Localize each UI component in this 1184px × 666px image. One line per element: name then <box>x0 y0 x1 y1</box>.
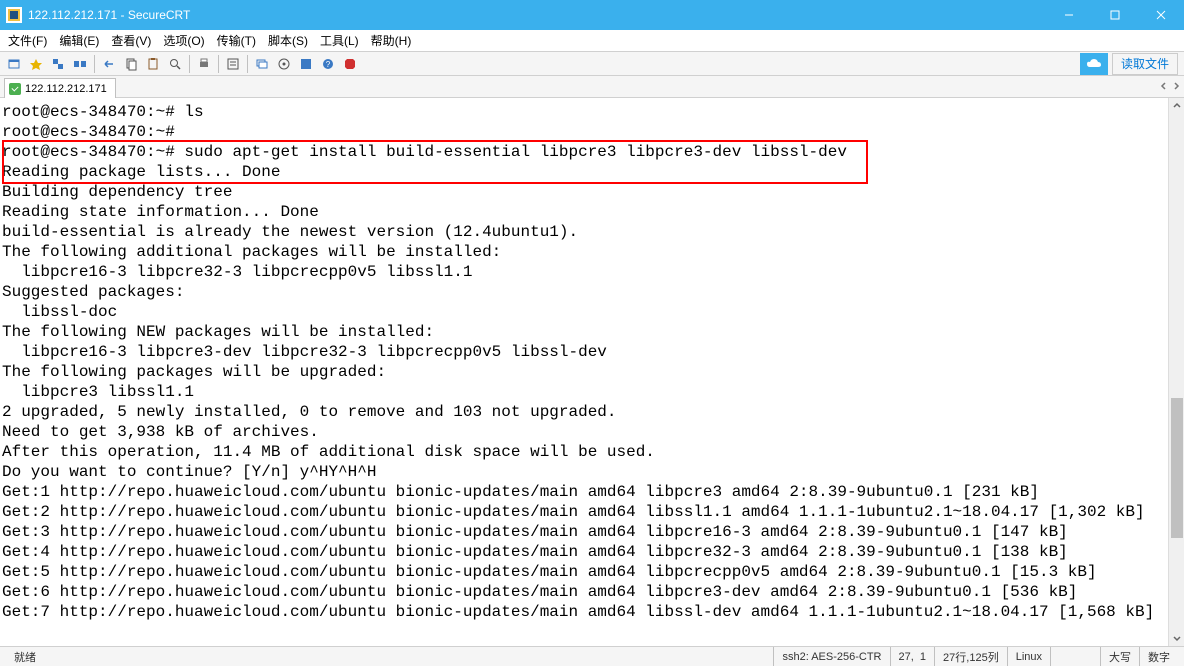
status-vt: Linux <box>1007 647 1050 666</box>
quick-connect-icon[interactable] <box>26 54 46 74</box>
properties-icon[interactable] <box>223 54 243 74</box>
tab-next-icon[interactable] <box>1172 79 1180 93</box>
menu-edit[interactable]: 编辑(E) <box>59 32 99 49</box>
menu-view[interactable]: 查看(V) <box>111 32 151 49</box>
scroll-thumb[interactable] <box>1171 398 1183 538</box>
menu-help[interactable]: 帮助(H) <box>371 32 412 49</box>
status-caps: 大写 <box>1100 647 1139 666</box>
read-file-button[interactable]: 读取文件 <box>1112 53 1178 75</box>
minimize-button[interactable] <box>1046 0 1092 30</box>
status-size: 27行,125列 <box>934 647 1007 666</box>
scroll-down-icon[interactable] <box>1169 630 1184 646</box>
tab-label: 122.112.212.171 <box>25 83 107 95</box>
maximize-button[interactable] <box>1092 0 1138 30</box>
options-icon[interactable] <box>274 54 294 74</box>
status-cursor: 27, 1 <box>890 647 935 666</box>
terminal-area: root@ecs-348470:~# ls root@ecs-348470:~#… <box>0 98 1184 646</box>
status-num: 数字 <box>1139 647 1178 666</box>
app-icon <box>6 7 22 23</box>
menu-tools[interactable]: 工具(L) <box>320 32 359 49</box>
svg-text:?: ? <box>326 60 331 69</box>
status-cipher: ssh2: AES-256-CTR <box>773 647 889 666</box>
stop-icon[interactable] <box>340 54 360 74</box>
menu-bar: 文件(F) 编辑(E) 查看(V) 选项(O) 传输(T) 脚本(S) 工具(L… <box>0 30 1184 52</box>
vertical-scrollbar[interactable] <box>1168 98 1184 646</box>
toolbar-separator <box>94 55 95 73</box>
menu-script[interactable]: 脚本(S) <box>268 32 308 49</box>
title-bar: 122.112.212.171 - SecureCRT <box>0 0 1184 30</box>
enter-icon[interactable] <box>99 54 119 74</box>
reconnect-icon[interactable] <box>48 54 68 74</box>
paste-icon[interactable] <box>143 54 163 74</box>
copy-icon[interactable] <box>121 54 141 74</box>
print-icon[interactable] <box>194 54 214 74</box>
scroll-up-icon[interactable] <box>1169 98 1184 114</box>
window-title: 122.112.212.171 - SecureCRT <box>28 8 1046 22</box>
find-icon[interactable] <box>165 54 185 74</box>
cloud-button[interactable] <box>1080 53 1108 75</box>
help-icon[interactable]: ? <box>318 54 338 74</box>
toolbar: ? 读取文件 <box>0 52 1184 76</box>
session-tab[interactable]: 122.112.212.171 <box>4 78 116 98</box>
connect-icon[interactable] <box>4 54 24 74</box>
menu-options[interactable]: 选项(O) <box>163 32 204 49</box>
xyz-icon[interactable] <box>296 54 316 74</box>
toolbar-separator <box>247 55 248 73</box>
close-button[interactable] <box>1138 0 1184 30</box>
disconnect-icon[interactable] <box>70 54 90 74</box>
terminal-output[interactable]: root@ecs-348470:~# ls root@ecs-348470:~#… <box>0 98 1184 646</box>
status-bar: 就绪 ssh2: AES-256-CTR 27, 1 27行,125列 Linu… <box>0 646 1184 666</box>
menu-transfer[interactable]: 传输(T) <box>217 32 256 49</box>
connected-check-icon <box>9 83 21 95</box>
toolbar-separator <box>218 55 219 73</box>
tab-prev-icon[interactable] <box>1160 79 1168 93</box>
session-clone-icon[interactable] <box>252 54 272 74</box>
tab-strip: 122.112.212.171 <box>0 76 1184 98</box>
toolbar-separator <box>189 55 190 73</box>
menu-file[interactable]: 文件(F) <box>8 32 47 49</box>
status-ready: 就绪 <box>6 647 44 666</box>
